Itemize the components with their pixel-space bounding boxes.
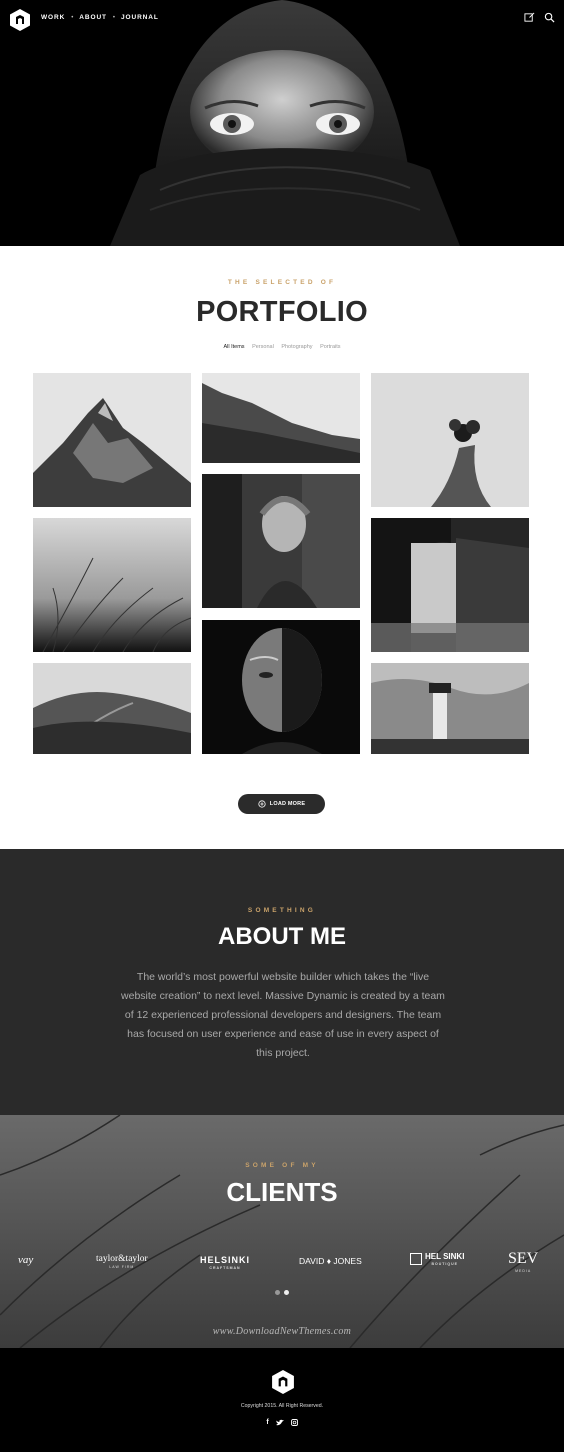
filter-personal[interactable]: Personal — [252, 344, 274, 350]
clients-background-image — [0, 1115, 564, 1348]
watermark: www.DownloadNewThemes.com — [212, 1326, 352, 1337]
load-more-button[interactable]: LOAD MORE — [238, 794, 325, 814]
portfolio-item-lighthouse[interactable] — [371, 663, 529, 754]
main-nav: WORK • ABOUT • JOURNAL — [41, 14, 159, 21]
filter-photography[interactable]: Photography — [281, 344, 312, 350]
slider-dot-active[interactable] — [284, 1290, 289, 1295]
slider-dot[interactable] — [275, 1290, 280, 1295]
social-links: f — [0, 1419, 564, 1428]
client-logo-sub: CRAFTSMAN — [209, 1266, 241, 1270]
footer-logo-icon[interactable] — [272, 1370, 294, 1394]
portfolio-item-woman-portrait[interactable] — [202, 474, 360, 608]
about-description: The world’s most powerful website builde… — [121, 971, 445, 1059]
client-logo-vay[interactable]: vay — [18, 1254, 33, 1266]
nav-item-work[interactable]: WORK — [41, 14, 65, 21]
header-tools — [524, 12, 555, 23]
portfolio-item-hills-path[interactable] — [33, 663, 191, 754]
client-logo-sev[interactable]: SEV MEDIA — [508, 1250, 538, 1273]
portfolio-item-grass-blades[interactable] — [33, 518, 191, 652]
client-logo-name: taylor&taylor — [96, 1254, 148, 1264]
client-logo-name: HEL SINKI — [425, 1252, 465, 1261]
about-eyebrow: SOMETHING — [247, 907, 317, 914]
instagram-icon[interactable] — [290, 1419, 298, 1428]
portfolio-item-mountain-peak[interactable] — [33, 373, 191, 507]
hero-section: WORK • ABOUT • JOURNAL — [0, 0, 564, 246]
portfolio-eyebrow: THE SELECTED OF — [227, 279, 337, 286]
client-logo-david-jones[interactable]: DAVID ♦ JONES — [299, 1256, 362, 1266]
portfolio-item-old-man-portrait[interactable] — [202, 620, 360, 754]
portfolio-item-mountain-ridge[interactable] — [202, 373, 360, 463]
client-logo-name: SEV — [508, 1250, 539, 1267]
search-icon[interactable] — [544, 12, 555, 23]
client-logo-sub: MEDIA — [515, 1269, 532, 1273]
clients-section: SOME OF MY CLIENTS vay taylor&taylor LAW… — [0, 1115, 564, 1348]
nav-separator: • — [112, 14, 116, 21]
logo-icon[interactable] — [10, 9, 30, 31]
clients-slider-dots — [275, 1290, 289, 1295]
filter-portraits[interactable]: Portraits — [320, 344, 340, 350]
about-section: SOMETHING ABOUT ME The world’s most powe… — [0, 849, 564, 1115]
building-icon — [410, 1253, 422, 1265]
nav-separator: • — [71, 14, 74, 21]
hero-portrait-image — [0, 0, 564, 246]
edit-icon[interactable] — [524, 12, 535, 23]
client-logo-hel-sinki[interactable]: HEL SINKI BOUTIQUE — [410, 1252, 464, 1266]
client-logo-name: DAVID ♦ JONES — [299, 1256, 362, 1266]
clients-title: CLIENTS — [226, 1177, 338, 1207]
portfolio-item-waterfall[interactable] — [371, 518, 529, 652]
client-logo-name: vay — [18, 1254, 34, 1266]
filter-all-items[interactable]: All Items — [223, 344, 244, 350]
twitter-icon[interactable] — [275, 1419, 284, 1428]
portfolio-title: PORTFOLIO — [196, 296, 368, 328]
portfolio-item-hand-with-flowers[interactable] — [371, 373, 529, 507]
copyright-text: Copyright 2015. All Right Reserved. — [240, 1403, 324, 1409]
facebook-icon[interactable]: f — [266, 1419, 268, 1428]
client-logo-name: HELSINKI — [200, 1255, 251, 1265]
footer: Copyright 2015. All Right Reserved. f — [0, 1348, 564, 1452]
client-logo-sub: LAW FIRM — [109, 1265, 135, 1269]
clients-eyebrow: SOME OF MY — [245, 1162, 319, 1169]
client-logo-taylor[interactable]: taylor&taylor LAW FIRM — [96, 1254, 148, 1269]
portfolio-filters: All Items Personal Photography Portraits — [0, 344, 564, 350]
nav-item-about[interactable]: ABOUT — [79, 14, 107, 21]
nav-item-journal[interactable]: JOURNAL — [121, 14, 159, 21]
plus-circle-icon — [258, 800, 266, 808]
about-title: ABOUT ME — [218, 923, 346, 950]
load-more-label: LOAD MORE — [269, 801, 306, 807]
client-logo-helsinki[interactable]: HELSINKI CRAFTSMAN — [200, 1255, 250, 1270]
client-logo-sub: BOUTIQUE — [431, 1262, 458, 1266]
